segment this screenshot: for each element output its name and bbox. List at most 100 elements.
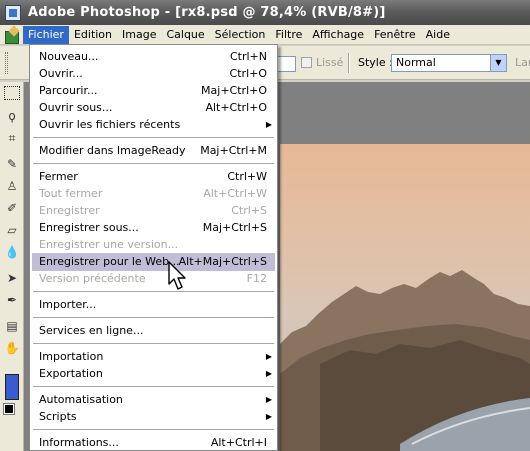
menu-item-label: Version précédente	[39, 272, 146, 285]
menu-item-enregistrer: Enregistrer Ctrl+S	[32, 202, 275, 220]
menu-item-modifier-imageready[interactable]: Modifier dans ImageReady Maj+Ctrl+M	[32, 142, 275, 160]
menu-item-shortcut: Maj+Ctrl+M	[200, 144, 267, 157]
chevron-down-icon[interactable]: ▼	[490, 55, 506, 71]
submenu-arrow-icon: ▶	[265, 120, 272, 129]
submenu-arrow-icon: ▶	[265, 369, 272, 378]
menu-item-label: Fermer	[39, 170, 78, 183]
menu-item-label: Enregistrer pour le Web...	[39, 255, 180, 268]
healing-brush-icon[interactable]: ✎	[4, 156, 20, 172]
menu-affichage[interactable]: Affichage	[307, 26, 369, 44]
menu-item-label: Modifier dans ImageReady	[39, 144, 186, 157]
app-icon	[5, 4, 21, 21]
menu-item-services-en-ligne[interactable]: Services en ligne...	[32, 322, 275, 340]
rocks-photo	[280, 270, 530, 451]
menu-item-label: Automatisation	[39, 393, 123, 406]
blur-tool-icon[interactable]: 💧	[4, 244, 20, 260]
menu-separator	[33, 386, 274, 387]
menu-item-label: Enregistrer	[39, 204, 100, 217]
menu-item-label: Ouvrir les fichiers récents	[39, 118, 181, 131]
menu-item-shortcut: Alt+Maj+Ctrl+S	[178, 255, 267, 268]
menu-item-label: Enregistrer sous...	[39, 221, 139, 234]
menu-item-shortcut: F12	[246, 272, 267, 285]
menu-separator	[33, 137, 274, 138]
menu-separator	[33, 429, 274, 430]
menu-item-enregistrer-web[interactable]: Enregistrer pour le Web... Alt+Maj+Ctrl+S	[32, 253, 275, 271]
lisse-label: Lissé	[316, 56, 344, 69]
lasso-tool-icon[interactable]: ϙ	[4, 108, 20, 124]
menu-item-label: Importer...	[39, 298, 97, 311]
menu-item-fichiers-recents[interactable]: Ouvrir les fichiers récents ▶	[32, 116, 275, 134]
menu-item-exportation[interactable]: Exportation ▶	[32, 365, 275, 383]
menu-calque[interactable]: Calque	[161, 26, 209, 44]
menu-item-label: Services en ligne...	[39, 324, 144, 337]
menu-item-label: Enregistrer une version...	[39, 238, 179, 251]
menu-item-label: Importation	[39, 350, 104, 363]
menu-aide[interactable]: Aide	[421, 26, 455, 44]
options-separator	[348, 53, 350, 73]
toolbox: ϙ ⌗ ✎ ♙ ✐ ▱ 💧 ➤ ✒ ▤ ✋	[0, 82, 24, 451]
hand-tool-icon[interactable]: ✋	[4, 340, 20, 356]
menu-item-nouveau[interactable]: Nouveau... Ctrl+N	[32, 48, 275, 66]
menu-item-shortcut: Alt+Ctrl+I	[210, 436, 267, 449]
style-select-value: Normal	[396, 56, 436, 69]
menu-selection[interactable]: Sélection	[210, 26, 271, 44]
submenu-arrow-icon: ▶	[265, 352, 272, 361]
pen-tool-icon[interactable]: ✒	[4, 292, 20, 308]
menu-edition[interactable]: Edition	[69, 26, 117, 44]
menu-item-automatisation[interactable]: Automatisation ▶	[32, 391, 275, 409]
fichier-menu-dropdown: Nouveau... Ctrl+N Ouvrir... Ctrl+O Parcour…	[29, 44, 278, 451]
menu-item-scripts[interactable]: Scripts ▶	[32, 408, 275, 426]
width-label: Lar	[515, 56, 530, 69]
menu-image[interactable]: Image	[117, 26, 161, 44]
menu-separator	[33, 317, 274, 318]
menu-item-enregistrer-version: Enregistrer une version...	[32, 236, 275, 254]
menu-item-informations[interactable]: Informations... Alt+Ctrl+I	[32, 434, 275, 450]
menu-item-shortcut: Ctrl+W	[227, 170, 267, 183]
crop-tool-icon[interactable]: ⌗	[4, 130, 20, 146]
window-title: Adobe Photoshop - [rx8.psd @ 78,4% (RVB/…	[28, 5, 386, 20]
history-brush-icon[interactable]: ✐	[4, 200, 20, 216]
menu-item-fermer[interactable]: Fermer Ctrl+W	[32, 168, 275, 186]
path-selection-icon[interactable]: ➤	[4, 270, 20, 286]
menu-item-ouvrir[interactable]: Ouvrir... Ctrl+O	[32, 65, 275, 83]
menu-item-importer[interactable]: Importer...	[32, 296, 275, 314]
marquee-tool-icon[interactable]	[4, 86, 20, 100]
menu-item-importation[interactable]: Importation ▶	[32, 348, 275, 366]
foreground-color-swatch[interactable]	[5, 374, 19, 400]
submenu-arrow-icon: ▶	[265, 395, 272, 404]
menu-item-ouvrir-sous[interactable]: Ouvrir sous... Alt+Ctrl+O	[32, 99, 275, 117]
menu-item-label: Ouvrir...	[39, 67, 83, 80]
menu-item-label: Exportation	[39, 367, 103, 380]
submenu-arrow-icon: ▶	[265, 412, 272, 421]
menu-item-label: Ouvrir sous...	[39, 101, 113, 114]
lisse-checkbox[interactable]	[301, 57, 312, 68]
menu-item-label: Nouveau...	[39, 50, 99, 63]
menu-item-label: Informations...	[39, 436, 119, 449]
menu-item-label: Scripts	[39, 410, 77, 423]
menu-item-label: Parcourir...	[39, 84, 98, 97]
menu-item-shortcut: Ctrl+O	[229, 67, 267, 80]
eraser-tool-icon[interactable]: ▱	[4, 222, 20, 238]
menu-separator	[33, 291, 274, 292]
menu-item-shortcut: Alt+Ctrl+O	[205, 101, 267, 114]
default-colors-icon[interactable]	[3, 403, 15, 415]
menu-item-enregistrer-sous[interactable]: Enregistrer sous... Maj+Ctrl+S	[32, 219, 275, 237]
menu-item-shortcut: Ctrl+S	[231, 204, 267, 217]
mouse-pointer-icon	[168, 261, 186, 290]
document-icon[interactable]	[4, 27, 20, 44]
style-select[interactable]: Normal ▼	[391, 54, 507, 72]
menu-item-shortcut: Ctrl+N	[229, 50, 267, 63]
menu-fenetre[interactable]: Fenêtre	[369, 26, 421, 44]
notes-tool-icon[interactable]: ▤	[4, 318, 20, 334]
document-image[interactable]	[280, 144, 530, 451]
menu-fichier[interactable]: Fichier	[23, 25, 69, 44]
stamp-tool-icon[interactable]: ♙	[4, 178, 20, 194]
menu-item-parcourir[interactable]: Parcourir... Maj+Ctrl+O	[32, 82, 275, 100]
menu-item-shortcut: Alt+Ctrl+W	[203, 187, 267, 200]
options-grip-handle[interactable]	[5, 52, 8, 74]
title-bar: Adobe Photoshop - [rx8.psd @ 78,4% (RVB/…	[0, 0, 530, 25]
menu-filtre[interactable]: Filtre	[270, 26, 307, 44]
menu-item-version-precedente: Version précédente F12	[32, 270, 275, 288]
menu-item-label: Tout fermer	[39, 187, 103, 200]
menu-separator	[33, 343, 274, 344]
